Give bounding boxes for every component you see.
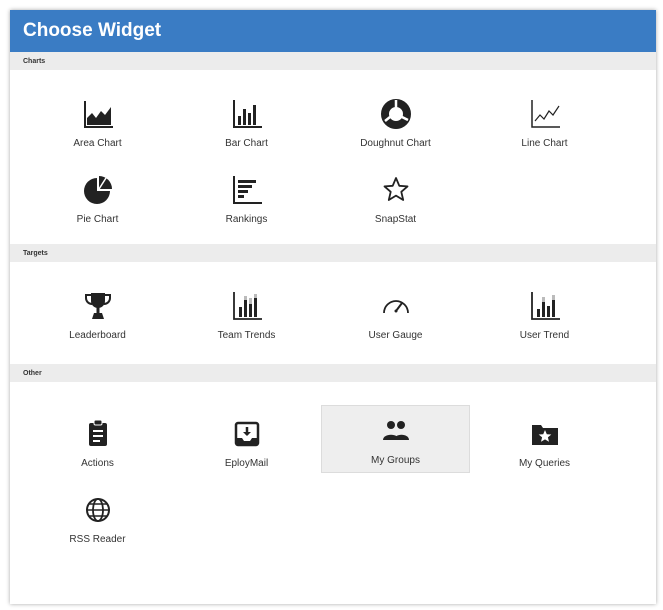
area-chart-icon [80, 96, 116, 132]
widget-leaderboard[interactable]: Leaderboard [24, 276, 171, 352]
section-header-charts: Charts [10, 52, 656, 70]
widget-my-groups[interactable]: My Groups [321, 405, 470, 473]
widget-rss-reader[interactable]: RSS Reader [24, 480, 171, 556]
widget-label: Bar Chart [225, 137, 268, 149]
doughnut-chart-icon [378, 96, 414, 132]
widget-rankings[interactable]: Rankings [173, 160, 320, 236]
gauge-icon [378, 288, 414, 324]
widget-user-gauge[interactable]: User Gauge [322, 276, 469, 352]
widget-label: My Queries [518, 457, 571, 469]
dialog-title: Choose Widget [23, 20, 162, 41]
globe-icon [80, 492, 116, 528]
widget-label: Rankings [225, 213, 268, 225]
widget-area-chart[interactable]: Area Chart [24, 84, 171, 160]
widget-team-trends[interactable]: Team Trends [173, 276, 320, 352]
rankings-icon [229, 172, 265, 208]
user-trend-icon [527, 288, 563, 324]
line-chart-icon [527, 96, 563, 132]
widget-label: SnapStat [374, 213, 417, 225]
widget-label: Area Chart [73, 137, 122, 149]
widget-bar-chart[interactable]: Bar Chart [173, 84, 320, 160]
widget-label: Pie Chart [76, 213, 119, 225]
widget-line-chart[interactable]: Line Chart [471, 84, 618, 160]
widget-label: Line Chart [521, 137, 568, 149]
team-trends-icon [229, 288, 265, 324]
groups-icon [378, 413, 414, 449]
other-grid: Actions EployMail My Groups My Queries R… [10, 382, 656, 560]
widget-actions[interactable]: Actions [24, 404, 171, 480]
widget-my-queries[interactable]: My Queries [471, 404, 618, 480]
pie-chart-icon [80, 172, 116, 208]
clipboard-icon [80, 416, 116, 452]
widget-label: User Gauge [368, 329, 423, 341]
section-header-other: Other [10, 364, 656, 382]
widget-user-trend[interactable]: User Trend [471, 276, 618, 352]
widget-pie-chart[interactable]: Pie Chart [24, 160, 171, 236]
widget-snapstat[interactable]: SnapStat [322, 160, 469, 236]
widget-label: Doughnut Chart [360, 137, 431, 149]
inbox-download-icon [229, 416, 265, 452]
widget-eploymail[interactable]: EployMail [173, 404, 320, 480]
charts-grid: Area Chart Bar Chart Doughnut Chart Line… [10, 70, 656, 244]
bar-chart-icon [229, 96, 265, 132]
widget-label: EployMail [224, 457, 269, 469]
section-header-targets: Targets [10, 244, 656, 262]
targets-grid: Leaderboard Team Trends User Gauge User … [10, 262, 656, 364]
widget-label: Leaderboard [69, 329, 126, 341]
trophy-icon [80, 288, 116, 324]
widget-label: User Trend [519, 329, 570, 341]
widget-label: Team Trends [217, 329, 276, 341]
widget-label: My Groups [371, 454, 420, 466]
dialog-header: Choose Widget [10, 10, 656, 52]
star-folder-icon [527, 416, 563, 452]
choose-widget-dialog: Choose Widget Charts Area Chart Bar Char… [10, 10, 656, 604]
widget-label: Actions [81, 457, 114, 469]
star-outline-icon [378, 172, 414, 208]
widget-label: RSS Reader [69, 533, 126, 545]
widget-doughnut-chart[interactable]: Doughnut Chart [322, 84, 469, 160]
